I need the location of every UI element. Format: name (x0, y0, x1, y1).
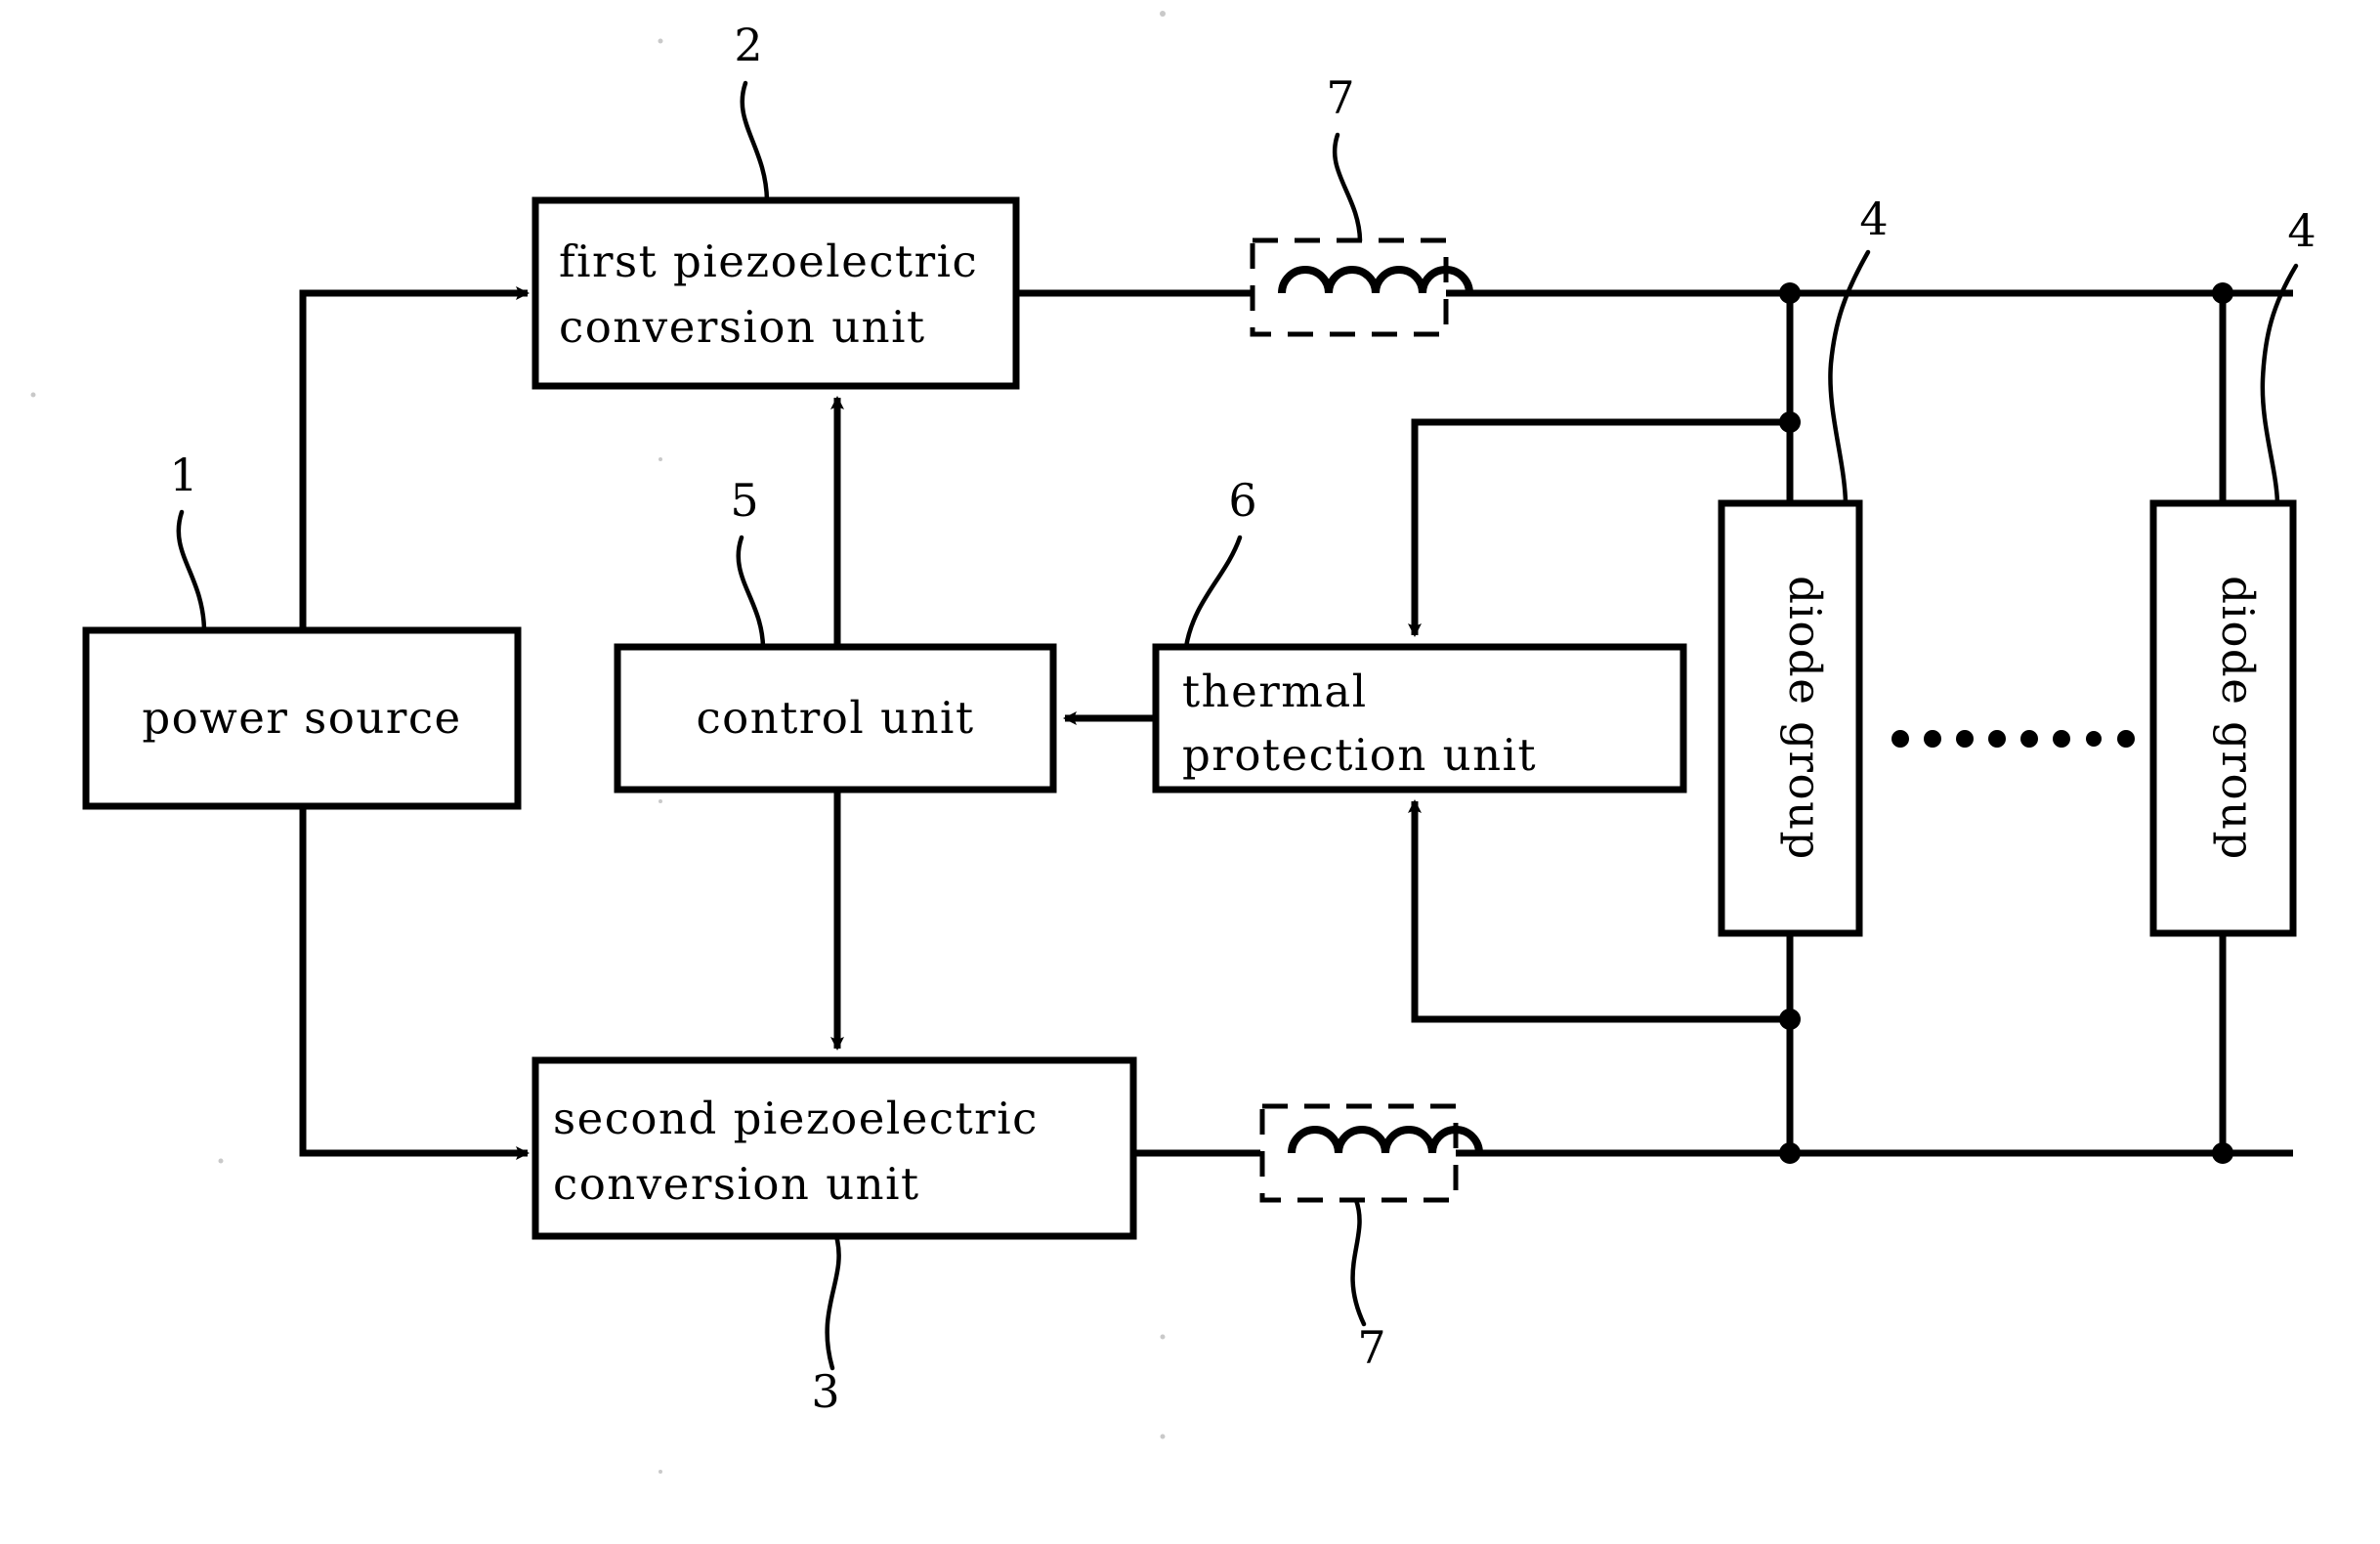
ref-num-7-top: 7 (1326, 71, 1354, 124)
diode-group-right-label: diode group (2212, 576, 2264, 861)
reference-callout-4-left: 4 (1828, 193, 1889, 506)
reference-callout-1: 1 (169, 449, 207, 633)
block-diode-group-right[interactable]: diode group (2149, 499, 2297, 937)
reference-callout-4-right: 4 (2260, 204, 2316, 506)
reference-callout-7-top: 7 (1326, 71, 1363, 243)
ref-num-4-right: 4 (2287, 204, 2316, 257)
inductor-coil-icon (1288, 1126, 1483, 1154)
junction-dot-bottom-right-rail (2212, 1142, 2233, 1164)
block-control-unit[interactable]: control unit (614, 643, 1057, 793)
wire-power-to-second-piezo (299, 806, 530, 1160)
reference-callout-5: 5 (730, 474, 766, 650)
reference-callout-3: 3 (811, 1233, 841, 1418)
junction-dot-sense-bottom (1779, 1008, 1801, 1030)
diode-group-left-label: diode group (1779, 576, 1831, 861)
block-thermal-protection-unit[interactable]: thermal protection unit (1152, 643, 1687, 793)
junction-dot-sense-top (1779, 411, 1801, 433)
block-diode-group-left[interactable]: diode group (1718, 499, 1863, 937)
inductor-top[interactable] (1250, 237, 1473, 337)
ref-num-5: 5 (730, 474, 758, 527)
first-piezo-label-line2: conversion unit (559, 301, 926, 353)
thermal-unit-label-line1: thermal (1182, 665, 1368, 717)
ref-num-7-bottom: 7 (1357, 1321, 1385, 1374)
thermal-unit-label-line2: protection unit (1182, 729, 1537, 781)
diagram-svg: power source first piezoelectric convers… (30, 11, 2316, 1474)
inductor-bottom[interactable] (1259, 1103, 1483, 1203)
control-unit-label: control unit (696, 692, 974, 744)
reference-callout-2: 2 (734, 19, 770, 203)
second-piezo-label-line1: second piezoelectric (553, 1093, 1039, 1144)
reference-callout-7-bottom: 7 (1350, 1197, 1386, 1374)
block-power-source[interactable]: power source (82, 626, 522, 810)
patent-figure-canvas: power source first piezoelectric convers… (0, 0, 2380, 1544)
ref-num-6: 6 (1228, 474, 1256, 527)
block-second-piezoelectric-conversion-unit[interactable]: second piezoelectric conversion unit (531, 1056, 1137, 1240)
first-piezo-label-line1: first piezoelectric (559, 236, 978, 287)
ref-num-2: 2 (734, 19, 762, 71)
second-piezo-label-line2: conversion unit (553, 1158, 920, 1210)
junction-dot-top-right-rail (2212, 282, 2233, 304)
power-source-label: power source (142, 692, 461, 744)
junction-dot-bottom-left-rail (1779, 1142, 1801, 1164)
block-first-piezoelectric-conversion-unit[interactable]: first piezoelectric conversion unit (531, 196, 1020, 390)
reference-callout-6: 6 (1183, 474, 1257, 650)
inductor-coil-icon (1278, 266, 1473, 294)
ref-num-3: 3 (811, 1365, 839, 1418)
ref-num-4-left: 4 (1859, 193, 1888, 245)
ref-num-1: 1 (169, 449, 197, 501)
junction-dot-top-left-rail (1779, 282, 1801, 304)
repeated-diode-groups-ellipsis (1891, 730, 2135, 748)
